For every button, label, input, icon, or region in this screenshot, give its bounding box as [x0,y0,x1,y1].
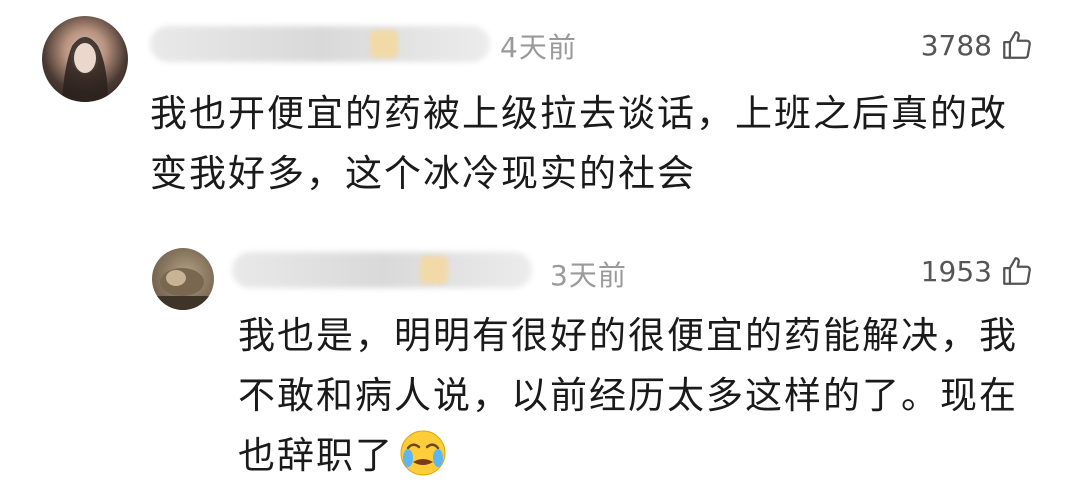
username-blurred[interactable] [232,252,532,288]
comment-text: 我也开便宜的药被上级拉去谈话，上班之后真的改 变我好多，这个冰冷现实的社会 [150,84,1040,204]
username-blurred[interactable] [150,26,490,62]
comment-text-line: 不敢和病人说，以前经历太多这样的了。现在 [238,374,1018,417]
like-button[interactable]: 3788 [921,28,1034,62]
user-badge [370,30,398,58]
comment-text-line: 我也开便宜的药被上级拉去谈话，上班之后真的改 [150,92,1008,135]
comment-text-line: 我也是，明明有很好的很便宜的药能解决，我 [238,314,1018,357]
comment-text-line-last: 也辞职了 [238,426,1038,486]
like-count: 1953 [920,254,992,288]
user-badge [420,256,448,284]
crying-face-icon [400,430,446,476]
thumbs-up-icon [1003,31,1031,59]
avatar[interactable] [152,248,214,310]
comment-text-line: 变我好多，这个冰冷现实的社会 [150,152,696,195]
like-count: 3788 [920,28,992,62]
like-button[interactable]: 1953 [921,254,1034,288]
comment-text-fragment: 也辞职了 [238,434,394,477]
comment-time: 3天前 [550,259,627,292]
comment-text: 我也是，明明有很好的很便宜的药能解决，我 不敢和病人说，以前经历太多这样的了。现… [238,306,1038,486]
comment-time: 4天前 [500,31,577,64]
avatar[interactable] [42,16,128,102]
thumbs-up-icon [1003,257,1031,285]
